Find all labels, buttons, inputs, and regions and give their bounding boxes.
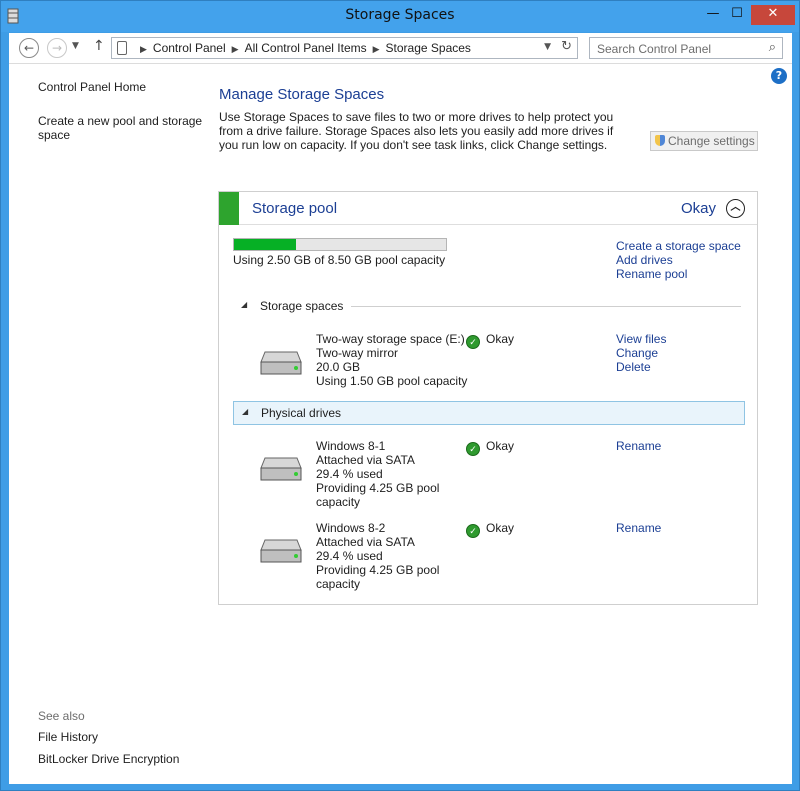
space-size: 20.0 GB bbox=[316, 360, 361, 374]
drive-status-label: Okay bbox=[486, 439, 515, 453]
breadcrumb-all-items[interactable]: All Control Panel Items bbox=[245, 41, 367, 55]
drive-providing: Providing 4.25 GB pool bbox=[316, 481, 440, 495]
check-icon: ✓ bbox=[466, 442, 480, 456]
title-bar: Storage Spaces — ☐ ✕ bbox=[1, 1, 799, 32]
hard-drive-icon bbox=[260, 539, 302, 563]
breadcrumb-control-panel[interactable]: Control Panel bbox=[153, 41, 226, 55]
uac-shield-icon bbox=[655, 135, 665, 146]
change-settings-label: Change settings bbox=[668, 134, 755, 148]
drive-bus: Attached via SATA bbox=[316, 535, 415, 549]
section-divider bbox=[351, 306, 741, 307]
sidebar-create-pool-line2[interactable]: space bbox=[38, 128, 70, 142]
sidebar-create-pool-line1[interactable]: Create a new pool and storage bbox=[38, 114, 202, 128]
navigation-bar: ← → ▼ ↑ ▶ Control Panel ▶ All Control Panel… bbox=[9, 33, 792, 64]
expand-triangle-icon: ◢ bbox=[242, 407, 249, 416]
pool-capacity-fill bbox=[234, 239, 297, 250]
check-icon: ✓ bbox=[466, 335, 480, 349]
search-box[interactable]: Search Control Panel ⌕ bbox=[589, 37, 783, 59]
drive-name: Windows 8-2 bbox=[316, 521, 386, 535]
address-dropdown-chevron-icon[interactable]: ▼ bbox=[544, 42, 551, 52]
drive-status: ✓ Okay bbox=[466, 521, 514, 538]
drive-providing-cont: capacity bbox=[316, 577, 361, 591]
drive-providing-cont: capacity bbox=[316, 495, 361, 509]
storage-spaces-heading: Storage spaces bbox=[260, 299, 344, 313]
hard-drive-icon bbox=[260, 457, 302, 481]
minimize-button[interactable]: — bbox=[701, 5, 725, 25]
space-name: Two-way storage space (E:) bbox=[316, 332, 465, 346]
space-status: ✓ Okay bbox=[466, 332, 514, 349]
space-usage: Using 1.50 GB pool capacity bbox=[316, 374, 468, 388]
breadcrumb: ▶ Control Panel ▶ All Control Panel Items ▶ S… bbox=[134, 41, 471, 55]
window-title: Storage Spaces bbox=[345, 7, 455, 23]
back-button[interactable]: ← bbox=[19, 38, 39, 58]
drive-bus: Attached via SATA bbox=[316, 453, 415, 467]
content-area: ? Control Panel Home Create a new pool a… bbox=[9, 64, 792, 784]
breadcrumb-separator-icon[interactable]: ▶ bbox=[140, 44, 147, 54]
pool-capacity-bar bbox=[233, 238, 447, 251]
hard-drive-icon bbox=[260, 351, 302, 375]
breadcrumb-separator-icon[interactable]: ▶ bbox=[373, 44, 380, 54]
page-description: Use Storage Spaces to save files to two … bbox=[219, 110, 614, 152]
expand-triangle-icon: ◢ bbox=[241, 300, 248, 309]
pool-status-bar bbox=[219, 192, 239, 225]
sidebar-control-panel-home[interactable]: Control Panel Home bbox=[38, 80, 146, 94]
drive-providing: Providing 4.25 GB pool bbox=[316, 563, 440, 577]
change-space-link[interactable]: Change bbox=[616, 346, 658, 360]
check-icon: ✓ bbox=[466, 524, 480, 538]
up-button[interactable]: ↑ bbox=[93, 38, 105, 54]
breadcrumb-storage-spaces[interactable]: Storage Spaces bbox=[386, 41, 471, 55]
drive-status-label: Okay bbox=[486, 521, 515, 535]
physical-drives-section-header[interactable]: ◢ Physical drives bbox=[233, 401, 745, 425]
breadcrumb-separator-icon[interactable]: ▶ bbox=[232, 44, 239, 54]
pool-title: Storage pool bbox=[252, 200, 338, 217]
add-drives-link[interactable]: Add drives bbox=[616, 253, 673, 267]
sidebar-file-history[interactable]: File History bbox=[38, 730, 98, 744]
search-icon[interactable]: ⌕ bbox=[769, 40, 776, 55]
page-title: Manage Storage Spaces bbox=[219, 86, 385, 103]
collapse-chevron-icon[interactable]: ︿ bbox=[726, 199, 745, 218]
change-settings-button[interactable]: Change settings bbox=[650, 131, 758, 151]
recent-locations-chevron-icon[interactable]: ▼ bbox=[72, 41, 79, 51]
create-storage-space-link[interactable]: Create a storage space bbox=[616, 239, 741, 253]
drive-usage: 29.4 % used bbox=[316, 549, 383, 563]
close-button[interactable]: ✕ bbox=[751, 5, 795, 25]
space-resiliency: Two-way mirror bbox=[316, 346, 399, 360]
delete-space-link[interactable]: Delete bbox=[616, 360, 651, 374]
storage-spaces-section-header[interactable]: ◢ Storage spaces bbox=[233, 295, 744, 317]
storage-pool-panel: Storage pool Okay ︿ Using 2.50 GB of 8.5… bbox=[218, 191, 758, 605]
address-bar[interactable]: ▶ Control Panel ▶ All Control Panel Items ▶ S… bbox=[111, 37, 578, 59]
storage-pool-header[interactable]: Storage pool Okay ︿ bbox=[219, 192, 757, 225]
help-icon[interactable]: ? bbox=[771, 68, 787, 84]
control-panel-icon bbox=[117, 41, 127, 55]
search-input[interactable]: Search Control Panel bbox=[597, 42, 711, 56]
rename-drive-link[interactable]: Rename bbox=[616, 521, 661, 535]
space-status-label: Okay bbox=[486, 332, 515, 346]
physical-drives-heading: Physical drives bbox=[261, 406, 342, 420]
maximize-button[interactable]: ☐ bbox=[725, 5, 749, 25]
refresh-icon[interactable]: ↻ bbox=[561, 39, 572, 54]
view-files-link[interactable]: View files bbox=[616, 332, 666, 346]
drive-usage: 29.4 % used bbox=[316, 467, 383, 481]
forward-button[interactable]: → bbox=[47, 38, 67, 58]
sidebar-bitlocker[interactable]: BitLocker Drive Encryption bbox=[38, 752, 179, 766]
drive-name: Windows 8-1 bbox=[316, 439, 386, 453]
pool-status: Okay bbox=[681, 200, 717, 217]
pool-usage-text: Using 2.50 GB of 8.50 GB pool capacity bbox=[233, 253, 446, 267]
rename-drive-link[interactable]: Rename bbox=[616, 439, 661, 453]
window: Storage Spaces — ☐ ✕ ← → ▼ ↑ ▶ Control Pa… bbox=[0, 0, 800, 791]
see-also-heading: See also bbox=[38, 709, 85, 723]
drive-status: ✓ Okay bbox=[466, 439, 514, 456]
rename-pool-link[interactable]: Rename pool bbox=[616, 267, 687, 281]
